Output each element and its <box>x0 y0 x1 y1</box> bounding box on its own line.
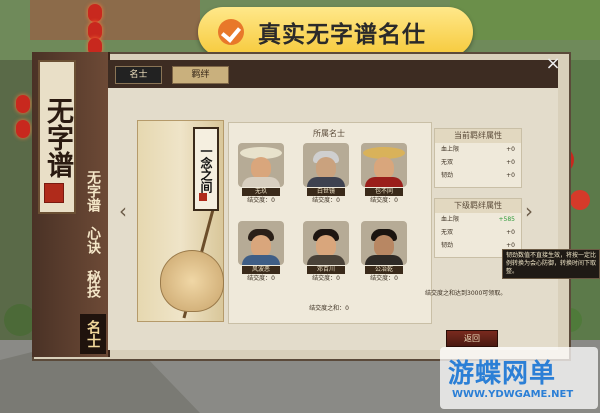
prev-page-arrow[interactable]: ‹ <box>116 200 130 222</box>
tab-mingshi[interactable]: 名士 <box>115 66 162 84</box>
hero-favor: 结交度：0 <box>247 197 275 204</box>
hero-name: 无玖 <box>242 188 280 196</box>
sidebar-tab-xinjue[interactable]: 心诀 <box>80 222 106 258</box>
tooltip: 韧劲数值不直接生效，将按一定比例转换为会心防御，转换时间下取整。 <box>502 249 600 279</box>
hero-card[interactable]: 风波恶 结交度：0 <box>238 221 284 283</box>
hero-name: 风波恶 <box>242 266 280 274</box>
hero-card[interactable]: 包不同 结交度：0 <box>361 143 407 205</box>
hero-card[interactable]: 邓百川 结交度：0 <box>303 221 349 283</box>
attr-row: 韧劲 +0 <box>441 172 515 179</box>
hero-portrait <box>238 221 284 265</box>
hero-favor: 结交度：0 <box>312 197 340 204</box>
current-attr-panel: 当前羁绊属性 血上限 +0 无双 +0 韧劲 +0 <box>434 128 522 188</box>
lantern-decoration <box>16 95 30 113</box>
straw-hat-illustration <box>160 250 224 312</box>
hero-card[interactable]: 白世镜 结交度：0 <box>303 143 349 205</box>
hero-portrait <box>361 143 407 187</box>
reward-hint: 结交度之和达到3000可领取。 <box>425 290 507 297</box>
return-button[interactable]: 返回 <box>446 330 498 347</box>
attr-row: 血上限 +0 <box>441 146 515 153</box>
scroll-seal-icon <box>199 193 207 201</box>
hero-portrait <box>303 143 349 187</box>
hero-favor: 结交度：0 <box>370 275 398 282</box>
seal-stamp-icon <box>44 183 64 203</box>
next-page-arrow[interactable]: › <box>522 200 536 222</box>
hero-portrait <box>303 221 349 265</box>
next-attr-title: 下级羁绊属性 <box>435 199 521 213</box>
sidebar-tab-miji[interactable]: 秘技 <box>80 266 106 302</box>
hero-favor: 结交度：0 <box>247 275 275 282</box>
lantern-decoration <box>88 4 102 22</box>
watermark-title: 游蝶网单 <box>448 359 557 389</box>
hero-name: 公冶乾 <box>365 266 403 274</box>
attr-row: 无双 +0 <box>441 159 515 166</box>
hero-name: 邓百川 <box>307 266 345 274</box>
hero-name: 白世镜 <box>307 188 345 196</box>
attr-row: 无双 +0 <box>441 229 515 236</box>
current-attr-title: 当前羁绊属性 <box>435 129 521 143</box>
checkmark-icon <box>218 19 244 45</box>
favor-total: 结交度之和：0 <box>309 305 349 312</box>
sidebar-tab-mingshi[interactable]: 名士 <box>80 314 106 354</box>
watermark-url: WWW.YDWGAME.NET <box>452 389 574 400</box>
roster-title: 所属名士 <box>313 129 345 138</box>
attr-row: 血上限 +585 <box>441 216 515 223</box>
hero-name: 包不同 <box>365 188 403 196</box>
hero-portrait <box>238 143 284 187</box>
lantern-decoration <box>16 120 30 138</box>
hero-favor: 结交度：0 <box>370 197 398 204</box>
tab-jiban[interactable]: 羁绊 <box>172 66 229 84</box>
hero-card[interactable]: 无玖 结交度：0 <box>238 143 284 205</box>
sidebar-tab-wuzipu[interactable]: 无字谱 <box>80 165 106 217</box>
title-banner: 真实无字谱名仕 <box>198 7 473 57</box>
hero-portrait <box>361 221 407 265</box>
hero-card[interactable]: 公冶乾 结交度：0 <box>361 221 407 283</box>
banner-title: 真实无字谱名仕 <box>258 21 426 48</box>
hero-favor: 结交度：0 <box>312 275 340 282</box>
close-button[interactable]: × <box>544 55 562 73</box>
